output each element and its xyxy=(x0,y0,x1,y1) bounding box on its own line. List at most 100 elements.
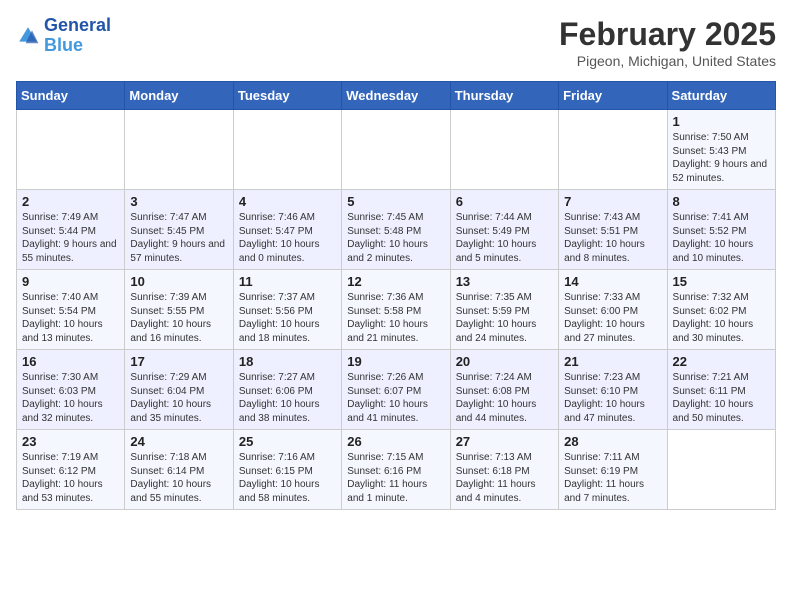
logo: General Blue xyxy=(16,16,111,56)
day-info: Sunrise: 7:30 AM Sunset: 6:03 PM Dayligh… xyxy=(22,371,119,425)
day-number: 24 xyxy=(130,434,227,449)
day-info: Sunrise: 7:29 AM Sunset: 6:04 PM Dayligh… xyxy=(130,371,227,425)
weekday-header: Thursday xyxy=(450,82,558,110)
day-info: Sunrise: 7:11 AM Sunset: 6:19 PM Dayligh… xyxy=(564,451,661,505)
day-number: 2 xyxy=(22,194,119,209)
day-number: 25 xyxy=(239,434,336,449)
day-info: Sunrise: 7:39 AM Sunset: 5:55 PM Dayligh… xyxy=(130,291,227,345)
day-info: Sunrise: 7:35 AM Sunset: 5:59 PM Dayligh… xyxy=(456,291,553,345)
day-number: 13 xyxy=(456,274,553,289)
day-number: 7 xyxy=(564,194,661,209)
month-title: February 2025 xyxy=(559,16,776,53)
calendar-cell: 23 Sunrise: 7:19 AM Sunset: 6:12 PM Dayli… xyxy=(17,430,125,510)
calendar-cell: 16 Sunrise: 7:30 AM Sunset: 6:03 PM Dayli… xyxy=(17,350,125,430)
day-number: 8 xyxy=(673,194,770,209)
weekday-header: Friday xyxy=(559,82,667,110)
day-info: Sunrise: 7:43 AM Sunset: 5:51 PM Dayligh… xyxy=(564,211,661,265)
weekday-header: Saturday xyxy=(667,82,775,110)
day-info: Sunrise: 7:19 AM Sunset: 6:12 PM Dayligh… xyxy=(22,451,119,505)
day-info: Sunrise: 7:13 AM Sunset: 6:18 PM Dayligh… xyxy=(456,451,553,505)
weekday-header: Monday xyxy=(125,82,233,110)
calendar-cell: 6 Sunrise: 7:44 AM Sunset: 5:49 PM Daylig… xyxy=(450,190,558,270)
calendar-cell: 17 Sunrise: 7:29 AM Sunset: 6:04 PM Dayli… xyxy=(125,350,233,430)
day-info: Sunrise: 7:47 AM Sunset: 5:45 PM Dayligh… xyxy=(130,211,227,265)
calendar-cell xyxy=(667,430,775,510)
day-number: 16 xyxy=(22,354,119,369)
calendar-cell: 24 Sunrise: 7:18 AM Sunset: 6:14 PM Dayli… xyxy=(125,430,233,510)
day-number: 21 xyxy=(564,354,661,369)
day-info: Sunrise: 7:45 AM Sunset: 5:48 PM Dayligh… xyxy=(347,211,444,265)
day-number: 20 xyxy=(456,354,553,369)
day-number: 11 xyxy=(239,274,336,289)
weekday-header: Tuesday xyxy=(233,82,341,110)
day-number: 3 xyxy=(130,194,227,209)
day-number: 17 xyxy=(130,354,227,369)
calendar-cell xyxy=(125,110,233,190)
calendar-week-row: 1 Sunrise: 7:50 AM Sunset: 5:43 PM Daylig… xyxy=(17,110,776,190)
page-header: General Blue February 2025 Pigeon, Michi… xyxy=(16,16,776,69)
calendar-week-row: 9Sunrise: 7:40 AM Sunset: 5:54 PM Daylig… xyxy=(17,270,776,350)
calendar-cell: 2 Sunrise: 7:49 AM Sunset: 5:44 PM Daylig… xyxy=(17,190,125,270)
calendar-cell: 11 Sunrise: 7:37 AM Sunset: 5:56 PM Dayli… xyxy=(233,270,341,350)
calendar-cell: 5 Sunrise: 7:45 AM Sunset: 5:48 PM Daylig… xyxy=(342,190,450,270)
day-number: 5 xyxy=(347,194,444,209)
day-number: 27 xyxy=(456,434,553,449)
day-info: Sunrise: 7:23 AM Sunset: 6:10 PM Dayligh… xyxy=(564,371,661,425)
calendar-cell xyxy=(450,110,558,190)
day-number: 23 xyxy=(22,434,119,449)
day-number: 22 xyxy=(673,354,770,369)
calendar-cell: 12Sunrise: 7:36 AM Sunset: 5:58 PM Dayli… xyxy=(342,270,450,350)
day-info: Sunrise: 7:32 AM Sunset: 6:02 PM Dayligh… xyxy=(673,291,770,345)
weekday-header: Wednesday xyxy=(342,82,450,110)
calendar-cell: 19 Sunrise: 7:26 AM Sunset: 6:07 PM Dayli… xyxy=(342,350,450,430)
day-info: Sunrise: 7:37 AM Sunset: 5:56 PM Dayligh… xyxy=(239,291,336,345)
day-info: Sunrise: 7:27 AM Sunset: 6:06 PM Dayligh… xyxy=(239,371,336,425)
day-number: 19 xyxy=(347,354,444,369)
day-info: Sunrise: 7:26 AM Sunset: 6:07 PM Dayligh… xyxy=(347,371,444,425)
day-info: Sunrise: 7:49 AM Sunset: 5:44 PM Dayligh… xyxy=(22,211,119,265)
calendar-cell: 15 Sunrise: 7:32 AM Sunset: 6:02 PM Dayli… xyxy=(667,270,775,350)
day-number: 15 xyxy=(673,274,770,289)
calendar-cell: 27 Sunrise: 7:13 AM Sunset: 6:18 PM Dayli… xyxy=(450,430,558,510)
day-info: Sunrise: 7:18 AM Sunset: 6:14 PM Dayligh… xyxy=(130,451,227,505)
weekday-header-row: SundayMondayTuesdayWednesdayThursdayFrid… xyxy=(17,82,776,110)
day-info: Sunrise: 7:33 AM Sunset: 6:00 PM Dayligh… xyxy=(564,291,661,345)
calendar-cell: 3 Sunrise: 7:47 AM Sunset: 5:45 PM Daylig… xyxy=(125,190,233,270)
calendar-week-row: 16 Sunrise: 7:30 AM Sunset: 6:03 PM Dayli… xyxy=(17,350,776,430)
day-info: Sunrise: 7:50 AM Sunset: 5:43 PM Dayligh… xyxy=(673,131,770,185)
calendar-cell xyxy=(342,110,450,190)
day-info: Sunrise: 7:44 AM Sunset: 5:49 PM Dayligh… xyxy=(456,211,553,265)
day-number: 26 xyxy=(347,434,444,449)
day-number: 28 xyxy=(564,434,661,449)
calendar-cell: 13 Sunrise: 7:35 AM Sunset: 5:59 PM Dayli… xyxy=(450,270,558,350)
calendar-cell: 7 Sunrise: 7:43 AM Sunset: 5:51 PM Daylig… xyxy=(559,190,667,270)
day-number: 4 xyxy=(239,194,336,209)
day-info: Sunrise: 7:46 AM Sunset: 5:47 PM Dayligh… xyxy=(239,211,336,265)
calendar: SundayMondayTuesdayWednesdayThursdayFrid… xyxy=(16,81,776,510)
day-number: 6 xyxy=(456,194,553,209)
day-info: Sunrise: 7:15 AM Sunset: 6:16 PM Dayligh… xyxy=(347,451,444,505)
day-info: Sunrise: 7:40 AM Sunset: 5:54 PM Dayligh… xyxy=(22,291,119,345)
logo-text: General Blue xyxy=(44,16,111,56)
day-number: 1 xyxy=(673,114,770,129)
day-info: Sunrise: 7:21 AM Sunset: 6:11 PM Dayligh… xyxy=(673,371,770,425)
calendar-cell: 8 Sunrise: 7:41 AM Sunset: 5:52 PM Daylig… xyxy=(667,190,775,270)
logo-icon xyxy=(16,24,40,48)
day-info: Sunrise: 7:16 AM Sunset: 6:15 PM Dayligh… xyxy=(239,451,336,505)
calendar-cell xyxy=(17,110,125,190)
calendar-cell xyxy=(559,110,667,190)
day-info: Sunrise: 7:36 AM Sunset: 5:58 PM Dayligh… xyxy=(347,291,444,345)
day-number: 14 xyxy=(564,274,661,289)
day-number: 18 xyxy=(239,354,336,369)
day-number: 10 xyxy=(130,274,227,289)
day-info: Sunrise: 7:24 AM Sunset: 6:08 PM Dayligh… xyxy=(456,371,553,425)
calendar-cell: 28 Sunrise: 7:11 AM Sunset: 6:19 PM Dayli… xyxy=(559,430,667,510)
calendar-cell: 4 Sunrise: 7:46 AM Sunset: 5:47 PM Daylig… xyxy=(233,190,341,270)
day-info: Sunrise: 7:41 AM Sunset: 5:52 PM Dayligh… xyxy=(673,211,770,265)
location: Pigeon, Michigan, United States xyxy=(559,53,776,69)
calendar-cell: 14 Sunrise: 7:33 AM Sunset: 6:00 PM Dayli… xyxy=(559,270,667,350)
calendar-cell: 10 Sunrise: 7:39 AM Sunset: 5:55 PM Dayli… xyxy=(125,270,233,350)
calendar-cell: 22 Sunrise: 7:21 AM Sunset: 6:11 PM Dayli… xyxy=(667,350,775,430)
calendar-cell: 1 Sunrise: 7:50 AM Sunset: 5:43 PM Daylig… xyxy=(667,110,775,190)
calendar-week-row: 2 Sunrise: 7:49 AM Sunset: 5:44 PM Daylig… xyxy=(17,190,776,270)
